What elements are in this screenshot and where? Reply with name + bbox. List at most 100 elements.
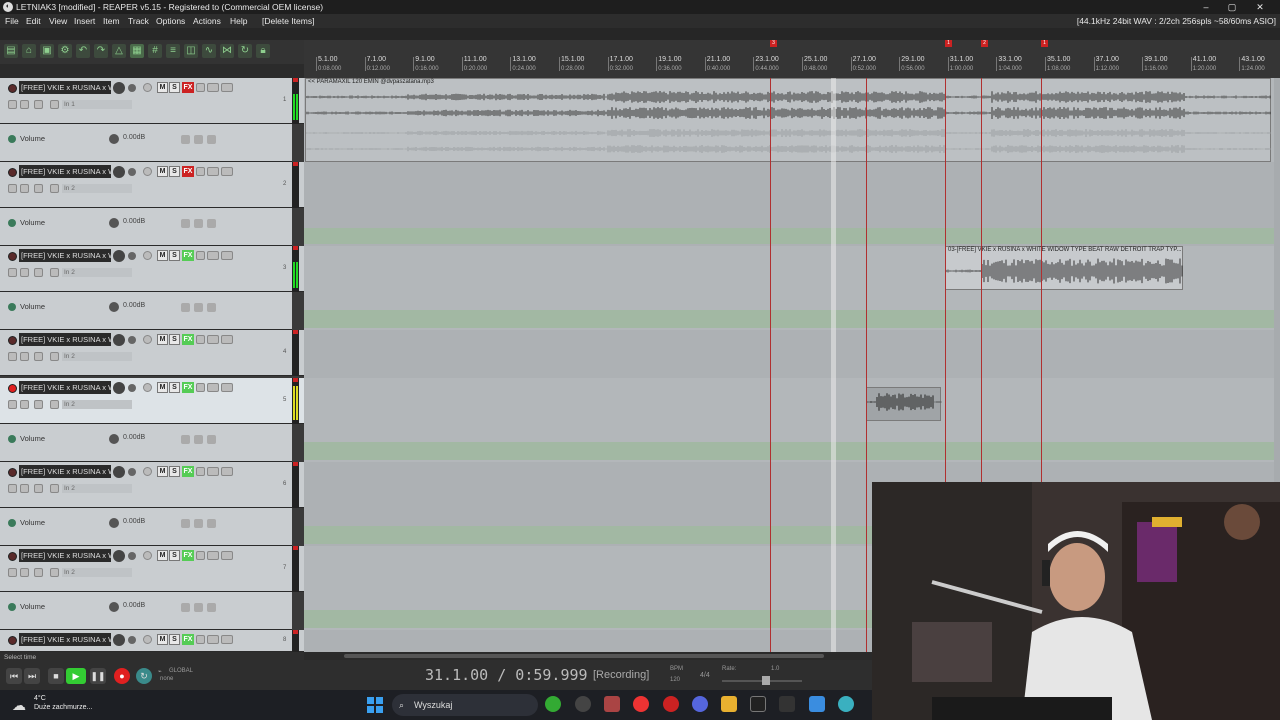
item-grouping-icon[interactable]: ◫ [184,44,198,58]
envelope-hide-icon[interactable] [207,519,216,528]
go-to-end-icon[interactable]: ⏭ [24,668,40,684]
menu-actions[interactable]: Actions [193,14,221,28]
monitor-icon[interactable] [8,100,17,109]
monitor-icon[interactable] [8,184,17,193]
envelope-icon[interactable] [8,519,16,527]
position-display[interactable]: 31.1.00 / 0:59.999 [425,666,588,684]
envelope-hide-icon[interactable] [207,435,216,444]
input-icon[interactable] [20,268,29,277]
input-label[interactable]: In 1 [62,100,132,109]
fx-bypass-icon[interactable] [196,383,205,392]
track-header[interactable]: [FREE] VKIE x RUSINA x W M S FX In 2 7 [0,546,304,592]
menu-insert[interactable]: Insert [74,14,95,28]
record-mode-icon[interactable] [34,568,43,577]
input-select-icon[interactable] [50,484,59,493]
track-name[interactable]: [FREE] VKIE x RUSINA x W [19,333,111,346]
phase-icon[interactable] [128,336,136,344]
open-project-icon[interactable]: ⌂ [22,44,36,58]
input-label[interactable]: In 2 [62,184,132,193]
mute-button[interactable]: M [157,466,168,477]
pan-knob[interactable] [143,383,152,392]
volume-knob[interactable] [113,634,125,646]
envelope-icon[interactable] [207,335,219,344]
mute-button[interactable]: M [157,166,168,177]
record-mode-icon[interactable] [34,100,43,109]
volume-knob[interactable] [113,166,125,178]
input-label[interactable]: In 2 [62,352,132,361]
repeat-icon[interactable]: ↻ [136,668,152,684]
volume-envelope-panel[interactable]: Volume 0.00dB [0,424,292,462]
fx-button[interactable]: FX [182,250,194,261]
envelope-icon[interactable] [8,135,16,143]
phase-icon[interactable] [128,468,136,476]
input-select-icon[interactable] [50,352,59,361]
solo-button[interactable]: S [169,634,180,645]
stop-icon[interactable]: ■ [48,668,64,684]
envelope-hide-icon[interactable] [207,603,216,612]
envelope-icon[interactable] [8,603,16,611]
menu-item[interactable]: Item [103,14,120,28]
phase-icon[interactable] [128,636,136,644]
volume-envelope-lane[interactable] [304,442,1274,460]
envelope-icon[interactable] [207,551,219,560]
fx-bypass-icon[interactable] [196,335,205,344]
snap-icon[interactable]: ▦ [130,44,144,58]
volume-envelope-lane[interactable] [304,310,1274,328]
routing-icon[interactable] [221,167,233,176]
scrollbar-thumb[interactable] [344,654,824,658]
record-mode-icon[interactable] [34,352,43,361]
fx-bypass-icon[interactable] [196,83,205,92]
fx-bypass-icon[interactable] [196,467,205,476]
fx-button[interactable]: FX [182,466,194,477]
envelope-icon[interactable] [207,467,219,476]
pan-knob[interactable] [143,467,152,476]
app-icon[interactable] [545,696,561,712]
opera-icon[interactable] [663,696,679,712]
rate-value[interactable]: 1.0 [771,666,779,672]
fx-button[interactable]: FX [182,166,194,177]
record-arm-icon[interactable] [8,252,17,261]
track-name[interactable]: [FREE] VKIE x RUSINA x W [19,381,111,394]
project-settings-icon[interactable]: ⚙ [58,44,72,58]
undo-icon[interactable]: ↶ [76,44,90,58]
phase-icon[interactable] [128,384,136,392]
volume-envelope-panel[interactable]: Volume 0.00dB [0,124,292,162]
input-label[interactable]: In 2 [62,400,132,409]
routing-icon[interactable] [221,635,233,644]
input-select-icon[interactable] [50,400,59,409]
phase-icon[interactable] [128,168,136,176]
envelope-volume-knob[interactable] [109,602,119,612]
fx-button[interactable]: FX [182,382,194,393]
chrome-icon[interactable] [633,696,649,712]
folder-icon[interactable] [721,696,737,712]
fx-button[interactable]: FX [182,82,194,93]
envelope-value[interactable]: 0.00dB [123,302,145,309]
fx-button[interactable]: FX [182,334,194,345]
monitor-icon[interactable] [8,352,17,361]
envelope-icon[interactable] [8,219,16,227]
track-name[interactable]: [FREE] VKIE x RUSINA x W [19,465,111,478]
volume-knob[interactable] [113,82,125,94]
envelope-bypass-icon[interactable] [194,303,203,312]
metronome-icon[interactable]: △ [112,44,126,58]
solo-button[interactable]: S [169,550,180,561]
solo-button[interactable]: S [169,466,180,477]
mute-button[interactable]: M [157,334,168,345]
new-project-icon[interactable]: ▤ [4,44,18,58]
recorded-item[interactable] [866,387,942,421]
global-automation-icon[interactable]: ⌁ [158,668,162,675]
crossfade-icon[interactable]: ⋈ [220,44,234,58]
track-name[interactable]: [FREE] VKIE x RUSINA x W [19,249,111,262]
envelope-bypass-icon[interactable] [194,603,203,612]
track-header[interactable]: [FREE] VKIE x RUSINA x W M S FX In 2 5 [0,378,304,424]
volume-knob[interactable] [113,466,125,478]
input-icon[interactable] [20,400,29,409]
input-icon[interactable] [20,352,29,361]
input-label[interactable]: In 2 [62,484,132,493]
envelope-volume-knob[interactable] [109,134,119,144]
routing-icon[interactable] [221,467,233,476]
ripple-edit-icon[interactable]: ≡ [166,44,180,58]
track-header[interactable]: [FREE] VKIE x RUSINA x W M S FX In 1 1 [0,78,304,124]
track-header[interactable]: [FREE] VKIE x RUSINA x W M S FX In 2 2 [0,162,304,208]
marker-flag[interactable]: 1 [945,40,952,47]
